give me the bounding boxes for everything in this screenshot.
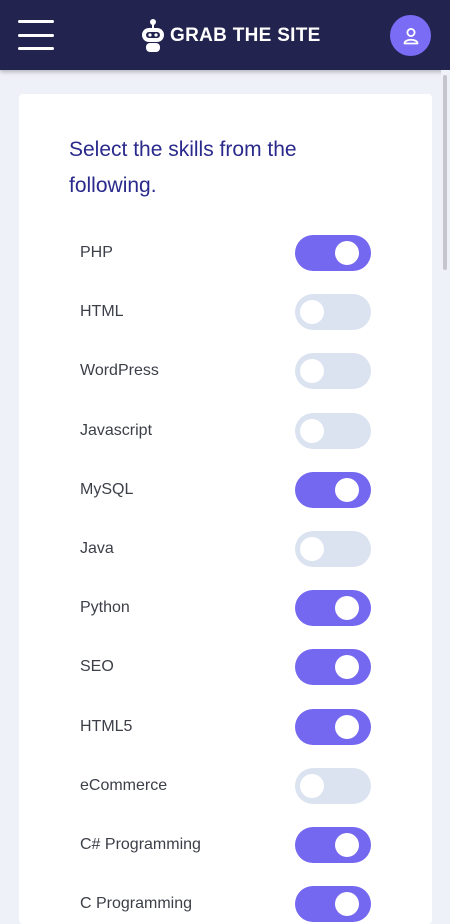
skill-row: eCommerce <box>80 767 371 804</box>
skill-toggle-switch[interactable] <box>295 767 371 804</box>
skill-toggle-switch[interactable] <box>295 649 371 686</box>
skill-label: C# Programming <box>80 836 201 853</box>
toggle-knob <box>335 477 359 502</box>
toggle-knob <box>300 773 324 798</box>
skill-row: Javascript <box>80 412 371 449</box>
skill-toggle-switch[interactable] <box>295 886 371 923</box>
brand-logo-link[interactable]: GRAB THE SITE <box>138 16 321 56</box>
toggle-knob <box>335 655 359 680</box>
skill-label: HTML5 <box>80 717 133 735</box>
skill-toggle-switch[interactable] <box>295 294 371 331</box>
skill-toggle-switch[interactable] <box>295 471 371 508</box>
profile-button[interactable] <box>390 15 431 56</box>
toggle-knob <box>300 537 324 561</box>
skill-label: C Programming <box>80 895 193 913</box>
toggle-knob <box>300 359 324 384</box>
skill-toggle-switch[interactable] <box>295 353 371 390</box>
skill-row: Java <box>80 531 371 567</box>
toggle-knob <box>335 714 359 739</box>
robot-logo-icon <box>142 19 164 52</box>
skill-row: WordPress <box>80 353 371 390</box>
skill-label: Python <box>80 599 130 617</box>
skill-label: PHP <box>80 244 113 261</box>
skill-label: SEO <box>80 658 114 676</box>
skill-toggle-switch[interactable] <box>295 235 371 271</box>
form-heading: Select the skills from the following. <box>69 138 297 197</box>
skill-label: Javascript <box>80 421 153 439</box>
toggle-knob <box>335 892 359 917</box>
skill-toggle-switch[interactable] <box>295 412 371 449</box>
skill-row: C Programming <box>80 886 371 923</box>
skill-toggle-switch[interactable] <box>295 531 371 567</box>
skill-row: PHP <box>80 235 371 271</box>
toggle-knob <box>335 596 359 621</box>
skill-toggle-switch[interactable] <box>295 708 371 745</box>
skill-label: eCommerce <box>80 776 168 794</box>
skill-label: HTML <box>80 303 124 321</box>
toggle-knob <box>300 300 324 325</box>
brand-name: GRAB THE SITE <box>170 25 321 46</box>
skill-row: SEO <box>80 649 371 686</box>
scrollbar-thumb[interactable] <box>443 75 447 270</box>
toggle-knob <box>335 833 359 857</box>
skill-toggle-switch[interactable] <box>295 590 371 627</box>
hamburger-menu-icon[interactable] <box>18 20 54 50</box>
skill-toggle-switch[interactable] <box>295 827 371 863</box>
skill-label: Java <box>80 540 114 557</box>
skill-row: Python <box>80 590 371 627</box>
skill-label: WordPress <box>80 362 159 380</box>
skill-row: HTML <box>80 294 371 331</box>
skill-row: MySQL <box>80 471 371 508</box>
skill-row: HTML5 <box>80 708 371 745</box>
skill-label: MySQL <box>80 480 134 498</box>
user-icon <box>403 27 418 44</box>
toggle-knob <box>300 418 324 443</box>
toggle-knob <box>335 241 359 265</box>
top-navigation-bar: GRAB THE SITE <box>0 0 450 70</box>
skills-form-card: Select the skills from the following. PH… <box>19 94 432 924</box>
skill-row: C# Programming <box>80 827 371 863</box>
